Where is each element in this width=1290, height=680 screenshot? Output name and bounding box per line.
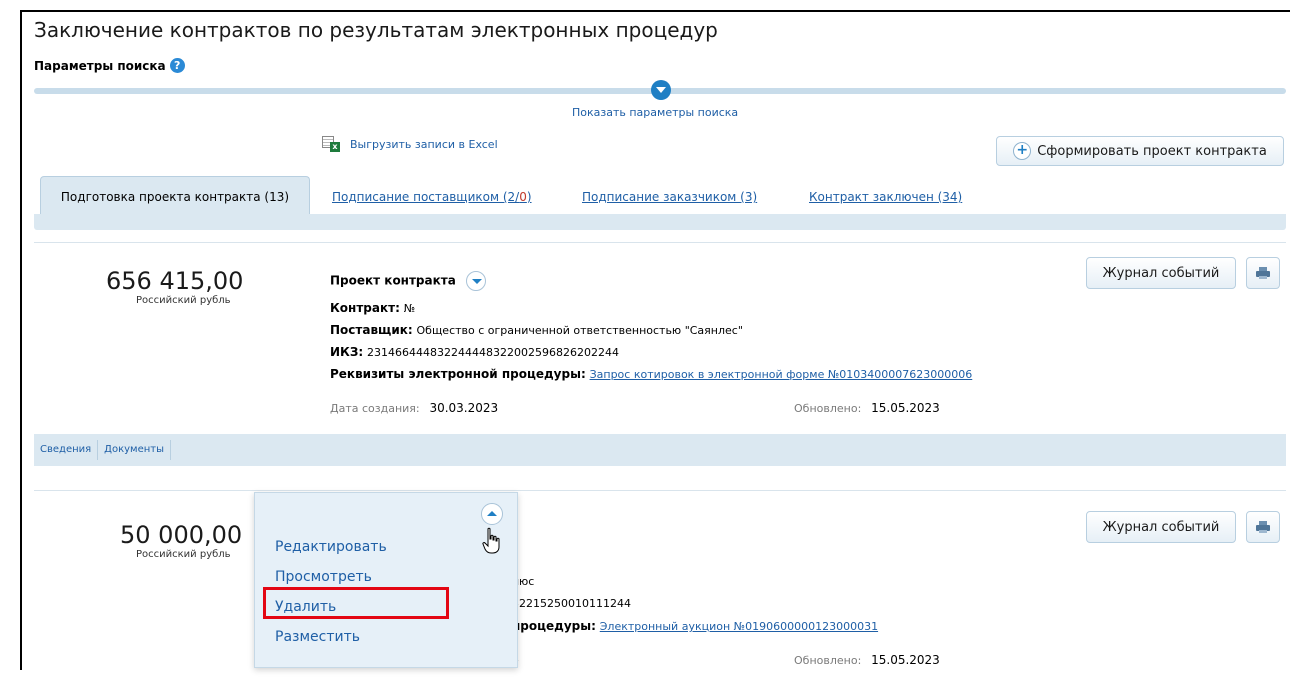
- created-date: Дата создания: 30.03.2023: [330, 401, 498, 415]
- show-search-params-link[interactable]: Показать параметры поиска: [572, 106, 738, 119]
- form-contract-button[interactable]: + Сформировать проект контракта: [996, 136, 1284, 166]
- updated-value: 15.05.2023: [871, 653, 940, 667]
- excel-export[interactable]: x Выгрузить записи в Excel: [322, 136, 498, 152]
- contract-card: 656 415,00 Российский рубль Проект контр…: [34, 242, 1286, 416]
- event-log-button[interactable]: Журнал событий: [1086, 257, 1236, 289]
- contract-currency: Российский рубль: [136, 295, 231, 306]
- printer-icon: [1256, 267, 1270, 279]
- procedure-link[interactable]: Запрос котировок в электронной форме №01…: [590, 368, 973, 381]
- updated-date: Обновлено: 15.05.2023: [794, 653, 940, 667]
- tab-contract-preparation[interactable]: Подготовка проекта контракта (13): [40, 176, 310, 216]
- delete-highlight-box: [263, 587, 449, 619]
- created-label: Дата создания:: [330, 402, 420, 415]
- menu-item-view[interactable]: Просмотреть: [275, 569, 372, 585]
- print-button[interactable]: [1246, 511, 1280, 543]
- procedure-label: процедуры:: [512, 619, 596, 633]
- procedure-info: Реквизиты электронной процедуры: Запрос …: [330, 367, 972, 381]
- ikz-value: 231466444832244448322002596826202244: [367, 346, 619, 359]
- contract-number: Контракт: №: [330, 301, 415, 315]
- search-params-header[interactable]: Параметры поиска ?: [34, 58, 185, 73]
- contract-amount: 656 415,00: [106, 267, 244, 295]
- page-title: Заключение контрактов по результатам эле…: [34, 18, 718, 42]
- hand-pointer-icon: [482, 527, 500, 554]
- supplier-value: Общество с ограниченной ответственностью…: [416, 324, 743, 337]
- contract-amount: 50 000,00: [120, 521, 243, 549]
- chevron-down-icon[interactable]: [465, 271, 486, 291]
- tabs-strip: [34, 214, 1286, 230]
- procedure-link[interactable]: Электронный аукцион №0190600000123000031: [600, 620, 878, 633]
- chevron-up-icon[interactable]: [481, 503, 503, 525]
- tab-customer-signing[interactable]: Подписание заказчиком (3): [582, 190, 757, 204]
- created-value: 30.03.2023: [429, 401, 499, 415]
- tab-label-suffix: ): [526, 190, 532, 204]
- excel-export-link[interactable]: Выгрузить записи в Excel: [350, 138, 498, 151]
- menu-item-edit[interactable]: Редактировать: [275, 539, 387, 555]
- footer-tab-details[interactable]: Сведения: [34, 440, 99, 460]
- supplier-info: Поставщик: Общество с ограниченной ответ…: [330, 323, 743, 337]
- menu-item-publish[interactable]: Разместить: [275, 629, 360, 645]
- contract-currency: Российский рубль: [136, 549, 231, 560]
- ikz-label: ИКЗ:: [330, 345, 364, 359]
- updated-label: Обновлено:: [794, 654, 862, 667]
- supplier-label: Поставщик:: [330, 323, 413, 337]
- updated-date: Обновлено: 15.05.2023: [794, 401, 940, 415]
- page-content: Заключение контрактов по результатам эле…: [34, 12, 1290, 680]
- form-contract-label: Сформировать проект контракта: [1037, 143, 1267, 159]
- tab-supplier-signing[interactable]: Подписание поставщиком (2/0): [332, 190, 532, 204]
- contract-card: 50 000,00 Российский рубль люс 322152500…: [34, 490, 1286, 680]
- ikz-fragment: 32215250010111244: [512, 597, 631, 610]
- search-params-label: Параметры поиска: [34, 58, 166, 73]
- procedure-info: процедуры: Электронный аукцион №01906000…: [512, 619, 878, 633]
- print-button[interactable]: [1246, 257, 1280, 289]
- tab-contract-concluded[interactable]: Контракт заключен (34): [809, 190, 962, 204]
- printer-icon: [1256, 521, 1270, 533]
- updated-label: Обновлено:: [794, 402, 862, 415]
- tab-label: Подготовка проекта контракта (13): [60, 189, 290, 204]
- contract-number-value: №: [403, 302, 416, 315]
- chevron-down-icon[interactable]: [651, 80, 671, 100]
- excel-icon: x: [322, 136, 340, 152]
- ikz-info: ИКЗ: 23146644483224444832200259682620224…: [330, 345, 619, 359]
- project-label: Проект контракта: [330, 273, 456, 288]
- procedure-label: Реквизиты электронной процедуры:: [330, 367, 586, 381]
- tab-count-red: 0: [519, 190, 527, 204]
- main-frame: Заключение контрактов по результатам эле…: [20, 10, 1290, 680]
- footer-tab-documents[interactable]: Документы: [98, 440, 171, 460]
- help-circle-icon[interactable]: ?: [169, 58, 185, 73]
- card-footer-tabs: Сведения Документы: [34, 434, 1286, 466]
- event-log-button[interactable]: Журнал событий: [1086, 511, 1236, 543]
- contract-number-label: Контракт:: [330, 301, 400, 315]
- plus-circle-icon: +: [1013, 142, 1032, 160]
- tab-label: Подписание поставщиком (2/: [332, 190, 520, 204]
- project-actions-menu: Редактировать Просмотреть Удалить Размес…: [254, 492, 518, 668]
- project-heading: Проект контракта: [330, 271, 486, 291]
- updated-value: 15.05.2023: [871, 401, 940, 415]
